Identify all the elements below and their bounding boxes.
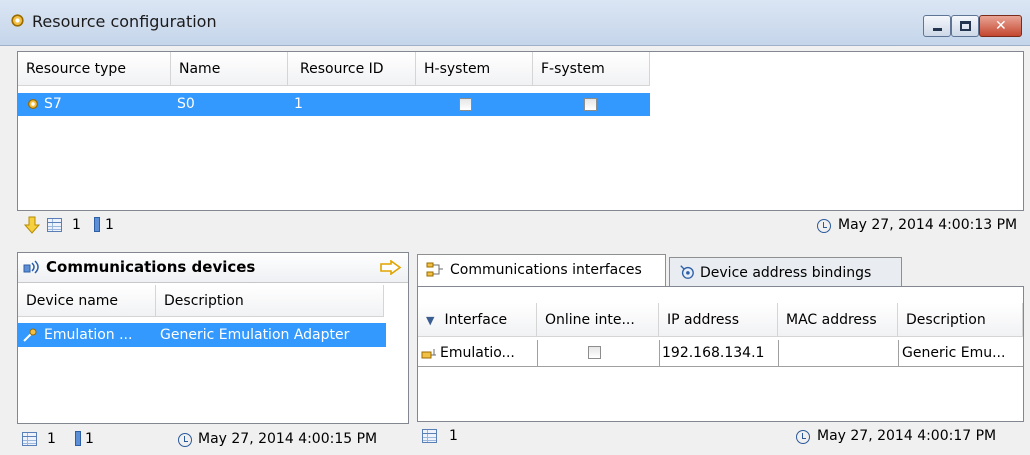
bookmark-icon (75, 431, 81, 446)
interface-header-label: Interface (444, 312, 508, 328)
close-icon: ✕ (995, 18, 1007, 34)
window-title: Resource configuration (32, 12, 217, 31)
clock-icon (178, 433, 192, 447)
network-device-icon (23, 260, 39, 274)
interface-description-cell: Generic Emu... (902, 345, 1006, 361)
ip-address-cell: 192.168.134.1 (662, 345, 765, 361)
h-system-checkbox[interactable] (459, 97, 472, 112)
communications-devices-panel: Communications devices Device name Descr… (17, 252, 409, 424)
timestamp: May 27, 2014 4:00:15 PM (198, 431, 378, 447)
minimize-icon (933, 28, 942, 31)
resource-status-bar: 1 1 May 27, 2014 4:00:13 PM (17, 212, 1024, 240)
bookmark-count: 1 (85, 431, 94, 447)
column-header-ip-address[interactable]: IP address (659, 303, 778, 337)
row-count: 1 (72, 217, 81, 233)
table-row[interactable]: Emulatio... 192.168.134.1 Generic Emu... (418, 340, 1023, 366)
tab-label: Communications interfaces (450, 262, 642, 278)
panel-title: Communications devices (46, 258, 256, 276)
cell-divider (537, 340, 538, 366)
column-header-online-interface[interactable]: Online inte... (537, 303, 659, 337)
column-header-mac-address[interactable]: MAC address (778, 303, 898, 337)
arrow-down-icon[interactable] (24, 216, 40, 234)
address-binding-icon (680, 265, 694, 279)
chevron-down-icon: ▼ (426, 314, 435, 327)
interfaces-status-bar: 1 May 27, 2014 4:00:17 PM (417, 422, 1024, 452)
tab-device-address-bindings[interactable]: Device address bindings (669, 257, 902, 287)
column-header-f-system[interactable]: F-system (533, 52, 650, 86)
maximize-button[interactable] (951, 15, 979, 37)
device-name-cell: Emulation ... (44, 327, 133, 343)
clock-icon (817, 219, 831, 233)
online-interface-checkbox[interactable] (588, 345, 601, 360)
row-divider (418, 366, 1023, 367)
bookmark-count: 1 (105, 217, 114, 233)
table-icon (422, 429, 437, 443)
column-header-name[interactable]: Name (171, 52, 288, 86)
column-header-device-name[interactable]: Device name (18, 285, 156, 317)
resource-name-cell: S0 (177, 96, 195, 112)
resource-table: Resource type Name Resource ID H-system … (17, 51, 1024, 211)
mac-address-cell (778, 342, 896, 364)
timestamp: May 27, 2014 4:00:13 PM (838, 217, 1018, 233)
maximize-icon (960, 21, 971, 31)
adapter-icon (23, 328, 37, 342)
interfaces-icon (426, 262, 443, 277)
title-bar: Resource configuration ✕ (0, 0, 1030, 46)
bookmark-icon (94, 217, 100, 232)
panel-header: Communications devices (18, 253, 408, 283)
gear-icon (11, 14, 24, 27)
table-row[interactable]: Emulation ... Generic Emulation Adapter (18, 323, 386, 347)
device-description-cell: Generic Emulation Adapter (160, 327, 350, 343)
tab-communications-interfaces[interactable]: Communications interfaces (417, 254, 666, 286)
timestamp: May 27, 2014 4:00:17 PM (817, 428, 997, 444)
column-header-interface[interactable]: ▼ Interface (418, 303, 537, 337)
column-header-resource-id[interactable]: Resource ID (288, 52, 416, 86)
tab-label: Device address bindings (700, 265, 872, 281)
row-count: 1 (449, 428, 458, 444)
row-count: 1 (47, 431, 56, 447)
f-system-checkbox[interactable] (584, 97, 597, 112)
arrow-right-icon[interactable] (380, 260, 402, 275)
clock-icon (796, 430, 810, 444)
close-button[interactable]: ✕ (979, 15, 1022, 37)
interface-name-cell: Emulatio... (440, 345, 515, 361)
column-header-resource-type[interactable]: Resource type (18, 52, 171, 86)
resource-id-cell: 1 (294, 96, 303, 112)
column-header-description[interactable]: Description (898, 303, 1023, 337)
table-icon (22, 432, 37, 446)
table-row[interactable]: S7 S0 1 (18, 93, 650, 116)
column-header-description[interactable]: Description (156, 285, 384, 317)
table-icon (47, 218, 62, 232)
devices-status-bar: 1 1 May 27, 2014 4:00:15 PM (17, 425, 409, 453)
minimize-button[interactable] (923, 15, 951, 37)
resource-type-cell: S7 (44, 96, 62, 112)
column-header-h-system[interactable]: H-system (416, 52, 533, 86)
interfaces-table: ▼ Interface Online inte... IP address MA… (417, 286, 1024, 422)
